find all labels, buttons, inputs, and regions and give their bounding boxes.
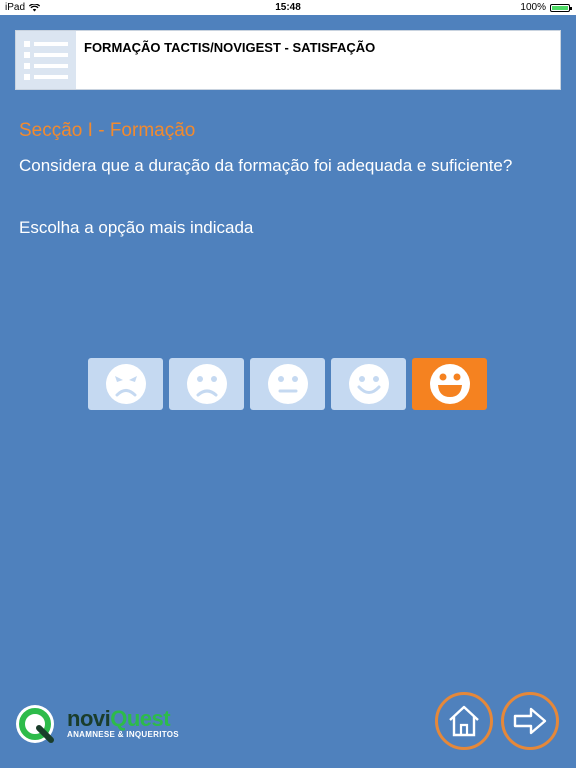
section-title: Secção I - Formação: [19, 120, 196, 141]
logo-name-part2: Quest: [110, 706, 171, 731]
grin-face-icon: [429, 364, 470, 404]
sad-face-icon: [186, 364, 227, 404]
next-button[interactable]: [501, 692, 559, 750]
noviquest-logo: noviQuest ANAMNESE & INQUERITOS: [15, 702, 185, 746]
logo-name: noviQuest: [67, 706, 171, 732]
rating-option-2[interactable]: [169, 358, 244, 410]
smile-face-icon: [348, 364, 389, 404]
rating-option-1[interactable]: [88, 358, 163, 410]
logo-name-part1: novi: [67, 706, 111, 731]
page-title: FORMAÇÃO TACTIS/NOVIGEST - SATISFAÇÃO: [84, 40, 376, 55]
question-text: Considera que a duração da formação foi …: [19, 156, 513, 175]
rating-option-4[interactable]: [331, 358, 406, 410]
instruction-text: Escolha a opção mais indicada: [19, 218, 254, 237]
angry-face-icon: [105, 364, 146, 404]
rating-option-3[interactable]: [250, 358, 325, 410]
rating-option-5[interactable]: [412, 358, 487, 410]
status-right: 100%: [520, 2, 572, 13]
logo-subtitle: ANAMNESE & INQUERITOS: [67, 730, 179, 739]
status-bar: iPad 15:48 100%: [0, 0, 576, 15]
menu-button[interactable]: [16, 31, 76, 89]
clock: 15:48: [275, 2, 301, 13]
home-button[interactable]: [435, 692, 493, 750]
home-icon: [449, 705, 479, 737]
list-menu-icon: [24, 41, 68, 47]
battery-percent: 100%: [520, 2, 546, 13]
logo-q-icon: [16, 705, 54, 743]
header-bar: FORMAÇÃO TACTIS/NOVIGEST - SATISFAÇÃO: [15, 30, 561, 90]
arrow-right-icon: [513, 707, 547, 735]
battery-icon: [550, 3, 572, 12]
neutral-face-icon: [267, 364, 308, 404]
